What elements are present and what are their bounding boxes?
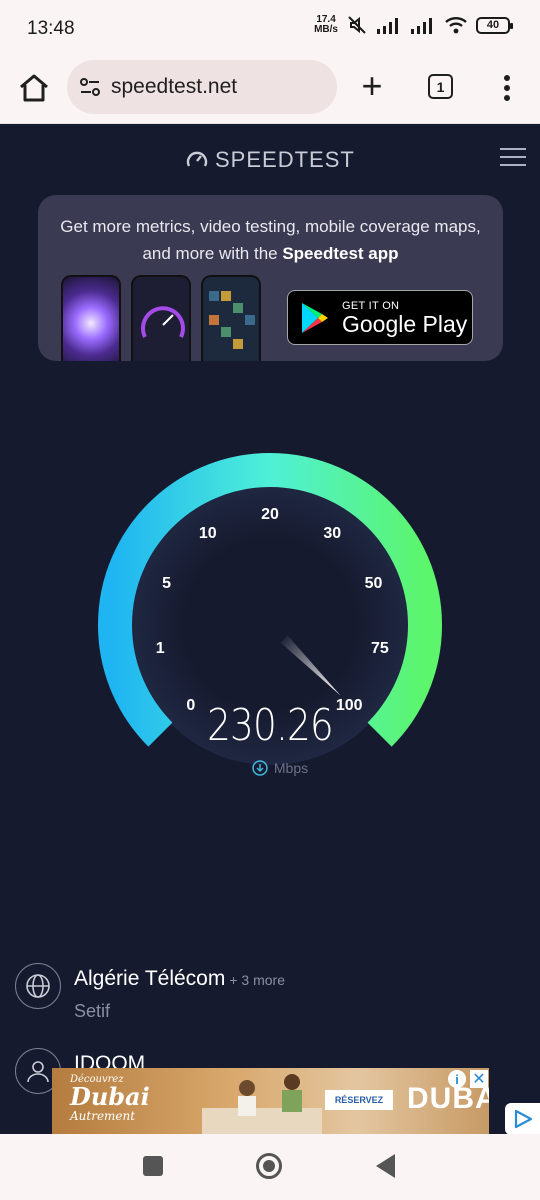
gauge-tick-label: 1 [156, 640, 165, 657]
home-icon[interactable] [16, 70, 52, 106]
ad-info-icon[interactable]: i [448, 1070, 466, 1088]
ad-close-icon[interactable]: ✕ [470, 1070, 488, 1088]
network-speed-indicator: 17.4 MB/s [314, 14, 338, 35]
speed-unit: Mbps [220, 760, 340, 776]
speed-value: 230.26 [207, 700, 334, 751]
isp-row[interactable]: Algérie Télécom + 3 more Setif [15, 963, 515, 1023]
signal-icon-2 [411, 18, 432, 34]
gauge-tick-label: 20 [261, 506, 279, 523]
gauge-tick-label: 10 [199, 525, 217, 542]
promo-text: Get more metrics, video testing, mobile … [60, 217, 481, 263]
ad-banner[interactable]: Découvrez Dubai Autrement RÉSERVEZ DUBA I… [52, 1068, 489, 1134]
status-time: 13:48 [27, 18, 75, 39]
isp-location: Setif [74, 1001, 111, 1021]
gauge-tick-label: 50 [365, 575, 383, 592]
app-screenshot-1 [61, 275, 121, 361]
site-settings-icon[interactable] [79, 76, 101, 98]
speedtest-header: SPEEDTEST [0, 125, 540, 195]
new-tab-icon[interactable]: + [357, 68, 387, 108]
isp-name-line: Algérie Télécom + 3 more [74, 967, 285, 991]
globe-icon [15, 963, 61, 1009]
app-screenshot-2 [131, 275, 191, 361]
system-nav-bar [0, 1134, 540, 1200]
google-play-icon [302, 302, 328, 333]
gauge-tick-label: 30 [323, 525, 341, 542]
isp-more-link[interactable]: + 3 more [229, 972, 285, 988]
tab-switcher-button[interactable]: 1 [428, 74, 453, 99]
isp-name: Algérie Télécom [74, 967, 226, 990]
google-play-badge[interactable]: GET IT ON Google Play [287, 290, 473, 345]
mute-icon [348, 16, 366, 34]
ad-photo [202, 1074, 322, 1134]
google-play-text: GET IT ON Google Play [342, 299, 468, 337]
ad-reserve-button[interactable]: RÉSERVEZ [325, 1090, 393, 1110]
back-button[interactable] [376, 1154, 395, 1178]
recents-button[interactable] [143, 1156, 163, 1176]
ad-dubai-script: Découvrez Dubai Autrement [70, 1074, 150, 1123]
adchoices-icon[interactable] [505, 1103, 540, 1135]
speedtest-logo-text: SPEEDTEST [215, 147, 355, 172]
speedtest-logo[interactable]: SPEEDTEST [185, 147, 355, 173]
gauge-logo-icon [186, 151, 208, 167]
wifi-icon [445, 17, 467, 34]
more-options-icon[interactable] [495, 70, 519, 106]
gauge-tick-label: 5 [162, 575, 171, 592]
status-bar: 13:48 17.4 MB/s 40 [0, 0, 540, 60]
url-text[interactable]: speedtest.net [111, 75, 237, 99]
app-screenshot-3 [201, 275, 261, 361]
hamburger-menu-icon[interactable] [500, 148, 526, 168]
home-button[interactable] [256, 1153, 282, 1179]
browser-toolbar: speedtest.net + 1 [0, 60, 540, 124]
signal-icon [377, 18, 398, 34]
address-bar[interactable]: speedtest.net [67, 60, 337, 114]
battery-indicator: 40 [476, 16, 513, 34]
gauge-tick-label: 75 [371, 640, 389, 657]
app-promo-card: Get more metrics, video testing, mobile … [38, 195, 503, 361]
status-icons: 17.4 MB/s 40 [314, 14, 513, 36]
download-icon [252, 760, 268, 776]
